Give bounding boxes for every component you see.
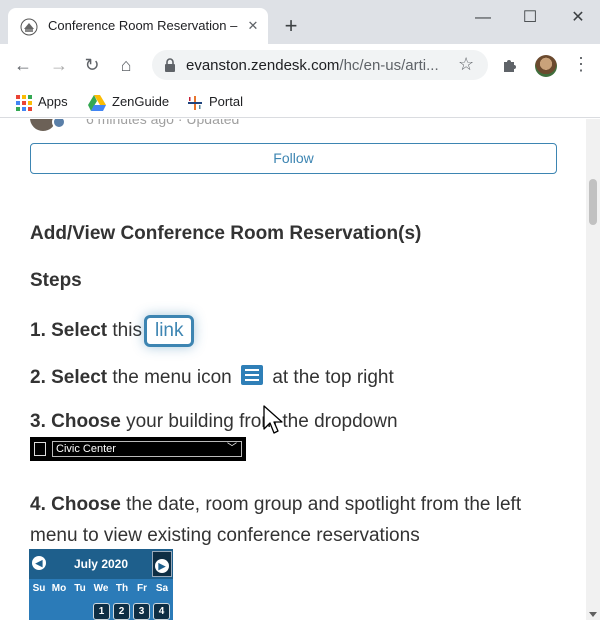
bookmark-label: ZenGuide [112, 94, 170, 109]
step-2-text: the menu icon [112, 367, 232, 388]
scroll-down-arrow-icon[interactable] [589, 612, 597, 617]
step-4-label: 4. Choose [30, 494, 121, 515]
calendar-date: 1 [93, 603, 110, 620]
bookmark-portal[interactable]: Portal [187, 92, 243, 112]
close-window-button[interactable]: ✕ [566, 8, 590, 28]
back-arrow-icon[interactable]: ← [11, 53, 35, 77]
title-bar: Conference Room Reservation – C ✕ + — ☐ … [0, 0, 600, 44]
tableau-cross-icon [188, 95, 202, 110]
extensions-puzzle-icon[interactable] [501, 56, 519, 74]
reservation-link[interactable]: link [143, 315, 195, 347]
follow-button[interactable]: Follow [30, 143, 557, 174]
article-meta: 6 minutes ago · Updated [86, 119, 240, 127]
chevron-down-icon: ﹀ [227, 443, 237, 454]
weekday-label: Th [115, 583, 129, 594]
building-select-value: Civic Center [56, 443, 116, 455]
forward-arrow-icon[interactable]: → [47, 53, 71, 77]
url-host: evanston.zendesk.com [186, 57, 340, 74]
bookmark-star-icon[interactable]: ☆ [458, 54, 474, 75]
step-2-text-after: at the top right [272, 367, 394, 388]
bookmark-apps[interactable]: Apps [16, 92, 68, 112]
article-heading: Add/View Conference Room Reservation(s) [30, 223, 422, 244]
hamburger-menu-icon [241, 365, 264, 385]
tab-title: Conference Room Reservation – C [48, 18, 238, 33]
step-2-label: 2. Select [30, 367, 108, 388]
bookmarks-bar: Apps ZenGuide Portal [0, 86, 600, 118]
apps-grid-icon [16, 94, 32, 111]
mouse-cursor-icon [263, 405, 283, 434]
calendar-header: ◀ July 2020 ▶ [29, 549, 173, 579]
calendar-next-icon: ▶ [155, 559, 169, 573]
browser-tab[interactable]: Conference Room Reservation – C ✕ [8, 8, 268, 44]
bookmark-label: Apps [38, 94, 68, 109]
steps-heading: Steps [30, 270, 82, 291]
home-icon[interactable]: ⌂ [114, 53, 138, 77]
step-1-text: this [112, 320, 142, 341]
url-path: /hc/en-us/arti... [339, 57, 439, 74]
user-badge-icon [52, 119, 66, 129]
calendar-date: 3 [133, 603, 150, 620]
calendar-next-frame: ▶ [152, 551, 172, 577]
step-3: 3. Choose your building from the dropdow… [30, 411, 398, 433]
new-tab-button[interactable]: + [280, 15, 302, 37]
url-text: evanston.zendesk.com/hc/en-us/arti... [186, 57, 439, 74]
kebab-menu-icon[interactable]: ⋮ [572, 54, 590, 74]
calendar-weekdays: Su Mo Tu We Th Fr Sa [29, 581, 173, 599]
step-1-label: 1. Select [30, 320, 108, 341]
building-select: Civic Center ﹀ [52, 441, 242, 457]
lock-icon [165, 58, 175, 72]
step-3-label: 3. Choose [30, 411, 121, 432]
building-icon [34, 442, 46, 456]
drive-triangle-icon [88, 94, 106, 111]
reload-icon[interactable]: ↻ [80, 53, 104, 77]
page-viewport: 6 minutes ago · Updated Follow Add/View … [0, 119, 586, 620]
calendar-date: 4 [153, 603, 170, 620]
step-3-text: your building from the dropdown [126, 411, 398, 432]
step-1: 1. Select this link [30, 315, 195, 347]
weekday-label: Mo [51, 583, 67, 594]
browser-toolbar: ← → ↻ ⌂ evanston.zendesk.com/hc/en-us/ar… [0, 44, 600, 86]
page-scrollbar[interactable] [586, 119, 600, 620]
weekday-label: Tu [74, 583, 86, 594]
profile-avatar[interactable] [535, 55, 557, 77]
address-bar[interactable]: evanston.zendesk.com/hc/en-us/arti... ☆ [152, 50, 488, 80]
city-seal-icon [20, 18, 38, 36]
maximize-button[interactable]: ☐ [518, 8, 542, 28]
bookmark-zenguide[interactable]: ZenGuide [88, 92, 169, 112]
weekday-label: We [93, 583, 109, 594]
weekday-label: Fr [137, 583, 147, 594]
minimize-button[interactable]: — [471, 8, 495, 28]
calendar-date: 2 [113, 603, 130, 620]
calendar-image: ◀ July 2020 ▶ Su Mo Tu We Th Fr Sa 1 2 3… [29, 549, 173, 620]
step-4: 4. Choose the date, room group and spotl… [30, 489, 570, 551]
weekday-label: Sa [155, 583, 169, 594]
building-dropdown-image: Civic Center ﹀ [30, 437, 246, 461]
step-2: 2. Select the menu icon at the top right [30, 365, 394, 389]
scrollbar-thumb[interactable] [589, 179, 597, 225]
bookmark-label: Portal [209, 94, 243, 109]
tab-close-icon[interactable]: ✕ [244, 17, 262, 35]
weekday-label: Su [32, 583, 46, 594]
